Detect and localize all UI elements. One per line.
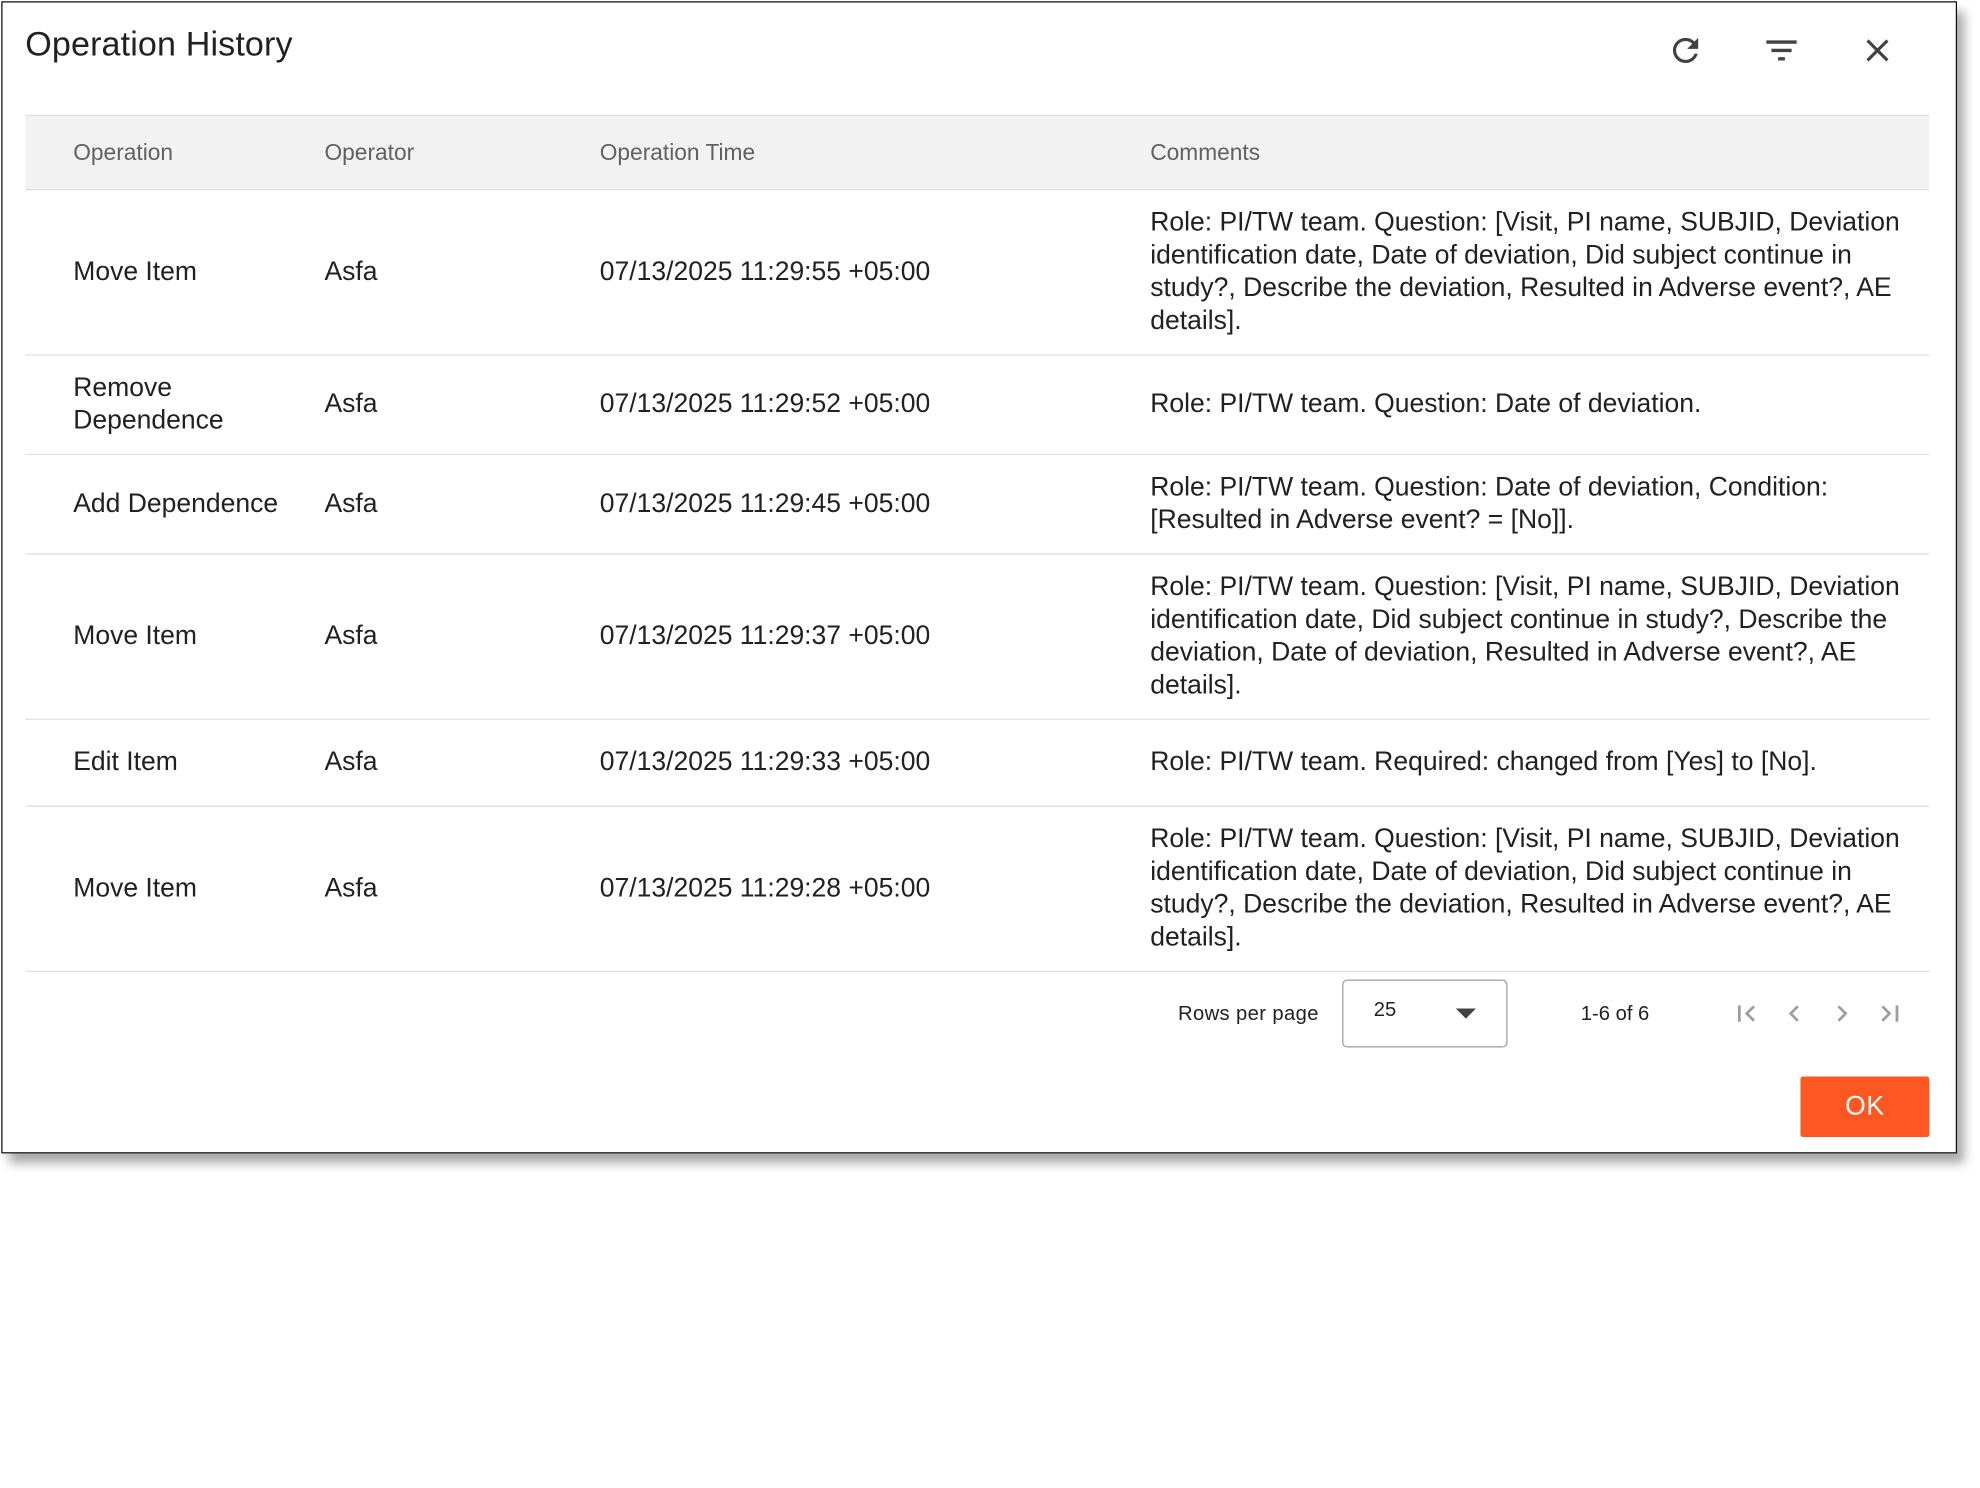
operator-cell: Asfa	[324, 257, 378, 287]
comments-cell: Role: PI/TW team. Question: [Visit, PI n…	[1150, 824, 1900, 952]
first-page-icon	[1737, 1005, 1755, 1022]
close-icon	[1866, 39, 1889, 62]
operation-time-cell: 07/13/2025 11:29:28 +05:00	[599, 873, 931, 903]
close-button[interactable]	[1850, 23, 1906, 78]
rows-per-page-select[interactable]: 25	[1342, 979, 1508, 1048]
chevron-left-icon	[1788, 1005, 1799, 1022]
table-row[interactable]: Add Dependence Asfa 07/13/2025 11:29:45 …	[25, 455, 1930, 555]
last-page-icon	[1881, 1005, 1899, 1022]
operation-history-dialog: Operation History Operation Operator Ope…	[1, 1, 1958, 1154]
table-row[interactable]: Edit Item Asfa 07/13/2025 11:29:33 +05:0…	[25, 720, 1930, 807]
table-header: Operation Operator Operation Time Commen…	[25, 114, 1930, 191]
column-header-operation-time: Operation Time	[599, 139, 756, 166]
operation-time-cell: 07/13/2025 11:29:52 +05:00	[599, 389, 931, 419]
column-header-comments: Comments	[1150, 139, 1261, 166]
filter-icon	[1766, 40, 1797, 61]
operator-cell: Asfa	[324, 389, 378, 419]
comments-cell: Role: PI/TW team. Question: [Visit, PI n…	[1150, 207, 1900, 336]
operation-cell: Move Item	[73, 257, 198, 287]
operator-cell: Asfa	[324, 873, 378, 903]
next-page-button[interactable]	[1823, 995, 1861, 1033]
dialog-title: Operation History	[25, 25, 293, 64]
operation-cell: Move Item	[73, 873, 198, 903]
table-row[interactable]: Move Item Asfa 07/13/2025 11:29:37 +05:0…	[25, 555, 1930, 720]
column-header-operator: Operator	[324, 139, 415, 166]
operation-cell: Add Dependence	[73, 489, 279, 519]
rows-per-page-label: Rows per page	[1178, 1003, 1319, 1025]
comments-cell: Role: PI/TW team. Question: Date of devi…	[1150, 389, 1702, 419]
table-row[interactable]: Move Item Asfa 07/13/2025 11:29:28 +05:0…	[25, 807, 1930, 972]
comments-cell: Role: PI/TW team. Question: [Visit, PI n…	[1150, 572, 1900, 700]
operator-cell: Asfa	[324, 621, 378, 651]
operation-time-cell: 07/13/2025 11:29:33 +05:00	[599, 747, 931, 777]
operator-cell: Asfa	[324, 747, 378, 777]
comments-cell: Role: PI/TW team. Question: Date of devi…	[1150, 472, 1829, 535]
caret-down-icon	[1455, 1008, 1476, 1019]
operation-time-cell: 07/13/2025 11:29:37 +05:00	[599, 621, 931, 651]
page-range-text: 1-6 of 6	[1580, 1003, 1650, 1025]
operation-cell: Move Item	[73, 621, 198, 651]
table-row[interactable]: Remove Dependence Asfa 07/13/2025 11:29:…	[25, 355, 1930, 456]
rows-per-page-value: 25	[1373, 999, 1397, 1022]
operation-cell: Remove Dependence	[73, 373, 224, 435]
operation-time-cell: 07/13/2025 11:29:55 +05:00	[599, 257, 931, 287]
ok-button[interactable]: OK	[1800, 1076, 1930, 1138]
operation-time-cell: 07/13/2025 11:29:45 +05:00	[599, 489, 931, 519]
refresh-button[interactable]	[1658, 23, 1714, 78]
operator-cell: Asfa	[324, 489, 378, 519]
first-page-button[interactable]	[1727, 995, 1765, 1033]
operation-history-table: Operation Operator Operation Time Commen…	[25, 114, 1930, 972]
chevron-right-icon	[1837, 1005, 1848, 1022]
last-page-button[interactable]	[1871, 995, 1909, 1033]
operation-cell: Edit Item	[73, 747, 178, 777]
refresh-icon	[1672, 37, 1699, 64]
column-header-operation: Operation	[73, 139, 174, 166]
filter-button[interactable]	[1754, 23, 1810, 78]
pagination-bar: Rows per page 25 1-6 of 6	[25, 974, 1929, 1055]
table-row[interactable]: Move Item Asfa 07/13/2025 11:29:55 +05:0…	[25, 190, 1930, 356]
comments-cell: Role: PI/TW team. Required: changed from…	[1150, 747, 1817, 777]
previous-page-button[interactable]	[1775, 995, 1813, 1033]
